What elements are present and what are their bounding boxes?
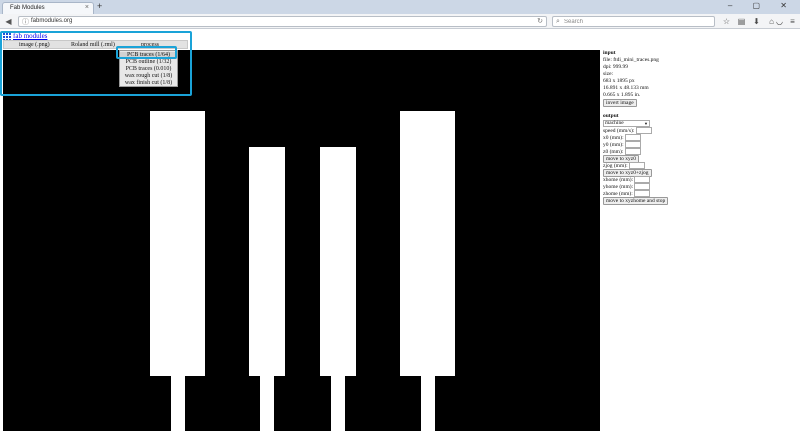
x0-label: x0 (mm): [603, 134, 624, 141]
trace-pad [249, 147, 285, 376]
yhome-input[interactable] [634, 183, 651, 190]
yhome-label: yhome (mm): [603, 183, 634, 190]
invert-image-button[interactable]: invert image [603, 99, 637, 107]
file-name: file: ftdi_mini_traces.png [603, 57, 659, 63]
search-icon: ⌕ [556, 17, 560, 25]
speed-input[interactable] [635, 127, 652, 134]
speed-label: speed (mm/s): [603, 127, 635, 134]
trace-pad [400, 111, 455, 376]
zhome-input[interactable] [634, 190, 651, 197]
new-tab-button[interactable]: + [97, 1, 102, 11]
xhome-input[interactable] [634, 176, 651, 183]
size-mm: 16.891 x 48.133 mm [603, 85, 649, 91]
size-label: size: [603, 71, 614, 77]
xhome-label: xhome (mm): [603, 176, 634, 183]
process-option[interactable]: wax finish cut (1/8) [120, 80, 177, 87]
tab-bar: Fab Modules × + – ▢ ✕ [0, 0, 800, 14]
fab-modules-link[interactable]: fab modules [13, 32, 47, 40]
reading-list-icon[interactable]: ▤ [736, 16, 747, 27]
machine-select-value: machine [605, 120, 624, 126]
process-dropdown: PCB traces (1/64) PCB outline (1/32) PCB… [119, 50, 178, 87]
bookmark-star-icon[interactable]: ☆ [721, 16, 732, 27]
download-icon[interactable]: ⬇ [751, 16, 762, 27]
machine-select[interactable]: machine ▼ [603, 120, 650, 127]
trace-pin [171, 375, 185, 431]
navigation-bar: ◀ ⓘ fabmodules.org ↻ ⌕ ☆ ▤ ⬇ ⌂ ◡ ≡ [0, 14, 800, 29]
input-heading: input [603, 50, 616, 56]
trace-pin [331, 375, 345, 431]
trace-pad [320, 147, 356, 376]
trace-pin [260, 375, 274, 431]
back-icon[interactable]: ◀ [3, 16, 14, 27]
process-option[interactable]: PCB traces (0.010) [120, 66, 177, 73]
trace-pad [150, 111, 205, 376]
size-in: 0.665 x 1.895 in. [603, 92, 641, 98]
x0-input[interactable] [625, 134, 641, 141]
page-content: fab modules image (.png) Roland mill (.r… [0, 30, 800, 431]
reload-icon[interactable]: ↻ [537, 17, 543, 25]
browser-tab[interactable]: Fab Modules × [2, 2, 94, 14]
size-px: 683 x 1895 px [603, 78, 635, 84]
image-viewer[interactable] [3, 50, 600, 431]
module-menu-bar: image (.png) Roland mill (.rml) process [3, 40, 188, 49]
process-option[interactable]: wax rough cut (1/8) [120, 73, 177, 80]
tab-close-icon[interactable]: × [85, 4, 89, 11]
control-panel: input file: ftdi_mini_traces.png dpi: 99… [603, 50, 800, 205]
output-format-menu[interactable]: Roland mill (.rml) [71, 42, 115, 48]
z0-input[interactable] [624, 148, 641, 155]
y0-label: y0 (mm): [603, 141, 624, 148]
output-heading: output [603, 113, 619, 119]
url-text: fabmodules.org [31, 18, 73, 24]
zjog-input[interactable] [628, 162, 645, 169]
page-info-icon[interactable]: ⓘ [22, 17, 29, 27]
tab-title: Fab Modules [10, 5, 45, 11]
z0-label: z0 (mm): [603, 148, 624, 155]
process-option[interactable]: PCB outline (1/32) [120, 59, 177, 66]
zjog-label: zjog (mm): [603, 162, 628, 169]
menu-icon[interactable]: ≡ [787, 16, 798, 27]
search-bar[interactable]: ⌕ [552, 16, 715, 27]
dpi-value: dpi: 999.99 [603, 64, 629, 70]
chevron-down-icon: ▼ [644, 121, 648, 126]
trace-pin [421, 375, 435, 431]
move-to-xyzhome-button[interactable]: move to xyzhome and stop [603, 197, 669, 205]
window-controls[interactable]: – ▢ ✕ [728, 1, 796, 10]
address-bar[interactable]: ⓘ fabmodules.org ↻ [18, 16, 547, 27]
input-format-menu[interactable]: image (.png) [19, 42, 50, 48]
process-option[interactable]: PCB traces (1/64) [120, 52, 177, 59]
zhome-label: zhome (mm): [603, 190, 633, 197]
pocket-icon[interactable]: ◡ [774, 16, 785, 27]
search-input[interactable] [564, 18, 712, 26]
process-menu[interactable]: process [141, 42, 159, 48]
y0-input[interactable] [625, 141, 641, 148]
